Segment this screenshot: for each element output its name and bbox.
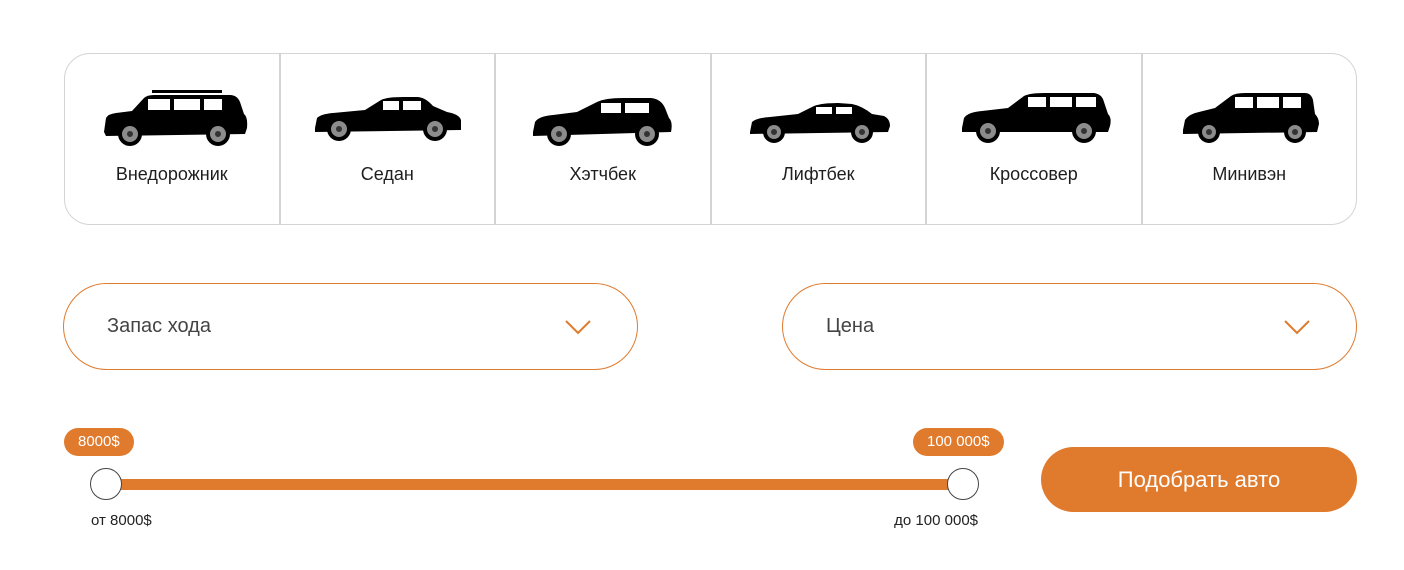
range-select[interactable]: Запас хода bbox=[63, 283, 638, 370]
body-type-hatchback[interactable]: Хэтчбек bbox=[496, 54, 712, 224]
price-slider-min-handle[interactable] bbox=[90, 468, 122, 500]
body-type-sedan[interactable]: Седан bbox=[281, 54, 496, 224]
price-min-bubble: 8000$ bbox=[64, 428, 134, 456]
price-max-caption: до 100 000$ bbox=[894, 512, 978, 529]
body-type-minivan[interactable]: Минивэн bbox=[1143, 54, 1357, 224]
price-slider-track[interactable] bbox=[106, 479, 963, 490]
hatchback-icon bbox=[532, 98, 672, 146]
find-car-button[interactable]: Подобрать авто bbox=[1041, 447, 1357, 512]
body-type-liftback[interactable]: Лифтбек bbox=[712, 54, 927, 224]
price-select-label: Цена bbox=[826, 315, 875, 337]
price-min-caption: от 8000$ bbox=[91, 512, 152, 529]
chevron-down-icon bbox=[565, 320, 591, 335]
chevron-down-icon bbox=[1284, 320, 1310, 335]
crossover-icon bbox=[961, 93, 1111, 143]
price-max-bubble: 100 000$ bbox=[913, 428, 1004, 456]
body-type-selector: Внедорожник Седан Хэтчбек Лифтбек Кроссо… bbox=[64, 53, 1357, 225]
suv-icon bbox=[103, 90, 247, 146]
body-type-label: Внедорожник bbox=[115, 164, 228, 184]
body-type-label: Лифтбек bbox=[781, 164, 855, 184]
body-type-label: Хэтчбек bbox=[569, 164, 636, 184]
range-select-label: Запас хода bbox=[107, 315, 211, 337]
body-type-label: Кроссовер bbox=[989, 164, 1078, 184]
minivan-icon bbox=[1183, 93, 1320, 143]
body-type-label: Минивэн bbox=[1212, 164, 1287, 184]
body-type-label: Седан bbox=[360, 164, 414, 184]
body-type-crossover[interactable]: Кроссовер bbox=[927, 54, 1143, 224]
sedan-icon bbox=[315, 97, 462, 141]
price-select[interactable]: Цена bbox=[782, 283, 1357, 370]
liftback-icon bbox=[750, 103, 891, 143]
body-type-suv[interactable]: Внедорожник bbox=[65, 54, 281, 224]
price-slider-max-handle[interactable] bbox=[947, 468, 979, 500]
